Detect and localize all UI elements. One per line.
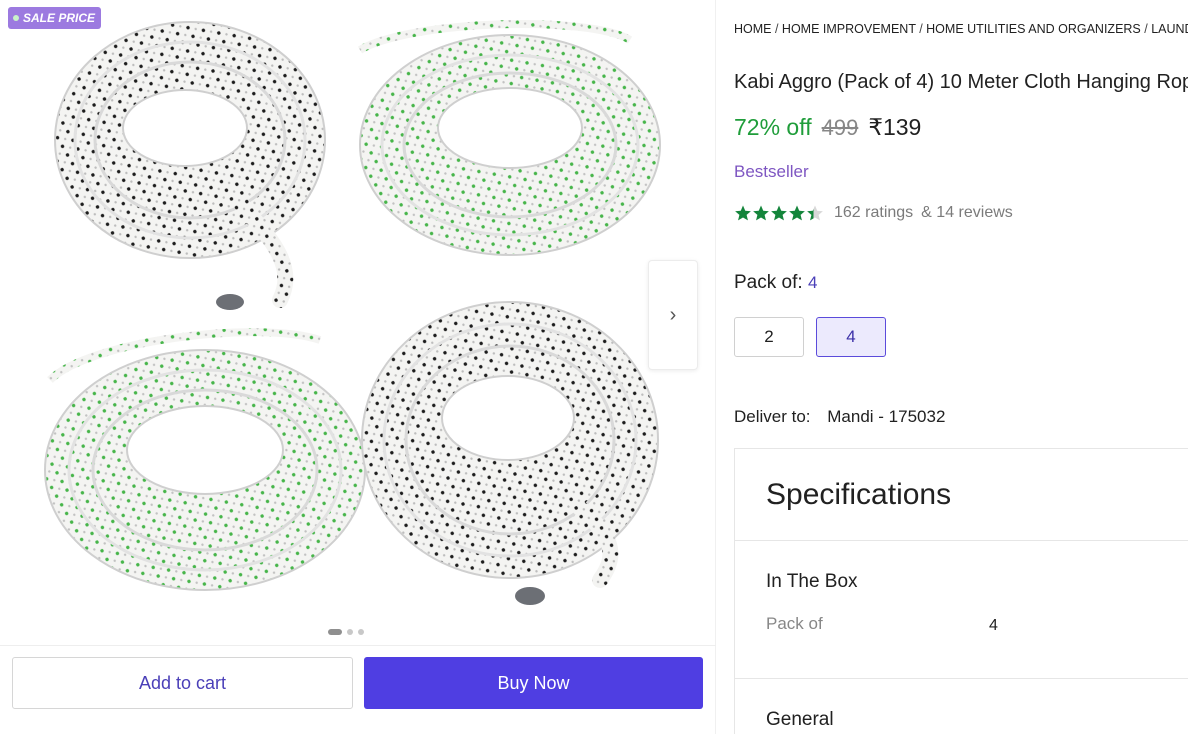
sale-badge-label: SALE PRICE — [23, 11, 96, 25]
sale-price-badge: SALE PRICE — [8, 7, 102, 29]
rope-coil-black-1 — [54, 21, 326, 310]
ratings-summary[interactable]: 162 ratings & 14 reviews — [734, 204, 1013, 222]
breadcrumb-item-laundry[interactable]: LAUNDRY — [1151, 22, 1188, 36]
chevron-right-icon: › — [669, 303, 677, 326]
product-gallery: SALE PRICE › Add to cart Buy Now — [0, 0, 716, 734]
product-details: HOME / HOME IMPROVEMENT / HOME UTILITIES… — [734, 0, 1188, 734]
spec-group-title: In The Box — [766, 571, 858, 592]
discount-percent: 72% off — [734, 114, 812, 140]
product-image[interactable] — [30, 0, 680, 620]
product-title: Kabi Aggro (Pack of 4) 10 Meter Cloth Ha… — [734, 71, 1188, 93]
star-full-icon — [771, 205, 787, 221]
breadcrumb-separator: / — [1140, 22, 1152, 36]
bestseller-tag: Bestseller — [734, 162, 809, 181]
pack-of-title: Pack of: — [734, 272, 803, 293]
spec-group-in-the-box: In The Box Pack of 4 — [735, 541, 1188, 679]
breadcrumb-item-home-improvement[interactable]: HOME IMPROVEMENT — [782, 22, 916, 36]
buy-now-button[interactable]: Buy Now — [364, 657, 703, 709]
add-to-cart-button[interactable]: Add to cart — [12, 657, 353, 709]
rope-coil-green-2 — [44, 328, 366, 591]
purchase-actions: Add to cart Buy Now — [0, 645, 716, 734]
delivery-location: Mandi - 175032 — [827, 407, 946, 426]
pack-of-selected-value: 4 — [807, 273, 818, 292]
deliver-to-label: Deliver to: — [734, 407, 811, 426]
star-full-icon — [789, 205, 805, 221]
star-full-icon — [735, 205, 751, 221]
breadcrumb-separator: / — [771, 22, 782, 36]
rope-coil-black-2 — [361, 301, 659, 605]
pack-of-label: Pack of: 4 — [734, 272, 817, 294]
specifications-heading: Specifications — [735, 449, 1188, 541]
carousel-dots — [328, 629, 364, 635]
specifications-panel: Specifications In The Box Pack of 4 Gene… — [734, 448, 1188, 734]
carousel-dot[interactable] — [358, 629, 364, 635]
breadcrumb-item-home-utilities[interactable]: HOME UTILITIES AND ORGANIZERS — [926, 22, 1141, 36]
spec-group-general-title: General — [766, 709, 834, 730]
carousel-dot[interactable] — [347, 629, 353, 635]
reviews-count: & 14 reviews — [921, 204, 1013, 221]
badge-dot-icon — [13, 15, 19, 21]
spec-value: 4 — [989, 617, 998, 634]
carousel-dot[interactable] — [328, 629, 342, 635]
star-half-icon — [807, 205, 823, 221]
star-full-icon — [753, 205, 769, 221]
spec-key: Pack of — [766, 614, 823, 633]
delivery-info[interactable]: Deliver to: Mandi - 175032 — [734, 407, 945, 427]
next-image-button[interactable]: › — [648, 260, 698, 370]
breadcrumb-separator: / — [915, 22, 927, 36]
price-row: 72% off 499 ₹139 — [734, 114, 921, 141]
pack-option-4[interactable]: 4 — [816, 317, 886, 357]
pack-option-2[interactable]: 2 — [734, 317, 804, 357]
selling-price: ₹139 — [868, 114, 922, 140]
star-rating — [734, 204, 824, 222]
rope-coil-green-1 — [357, 20, 661, 256]
ratings-count: 162 ratings — [834, 204, 914, 221]
breadcrumb-item-home[interactable]: HOME — [734, 22, 772, 36]
pack-options: 2 4 — [734, 317, 886, 357]
original-price: 499 — [821, 115, 859, 140]
breadcrumb: HOME / HOME IMPROVEMENT / HOME UTILITIES… — [734, 22, 1188, 36]
